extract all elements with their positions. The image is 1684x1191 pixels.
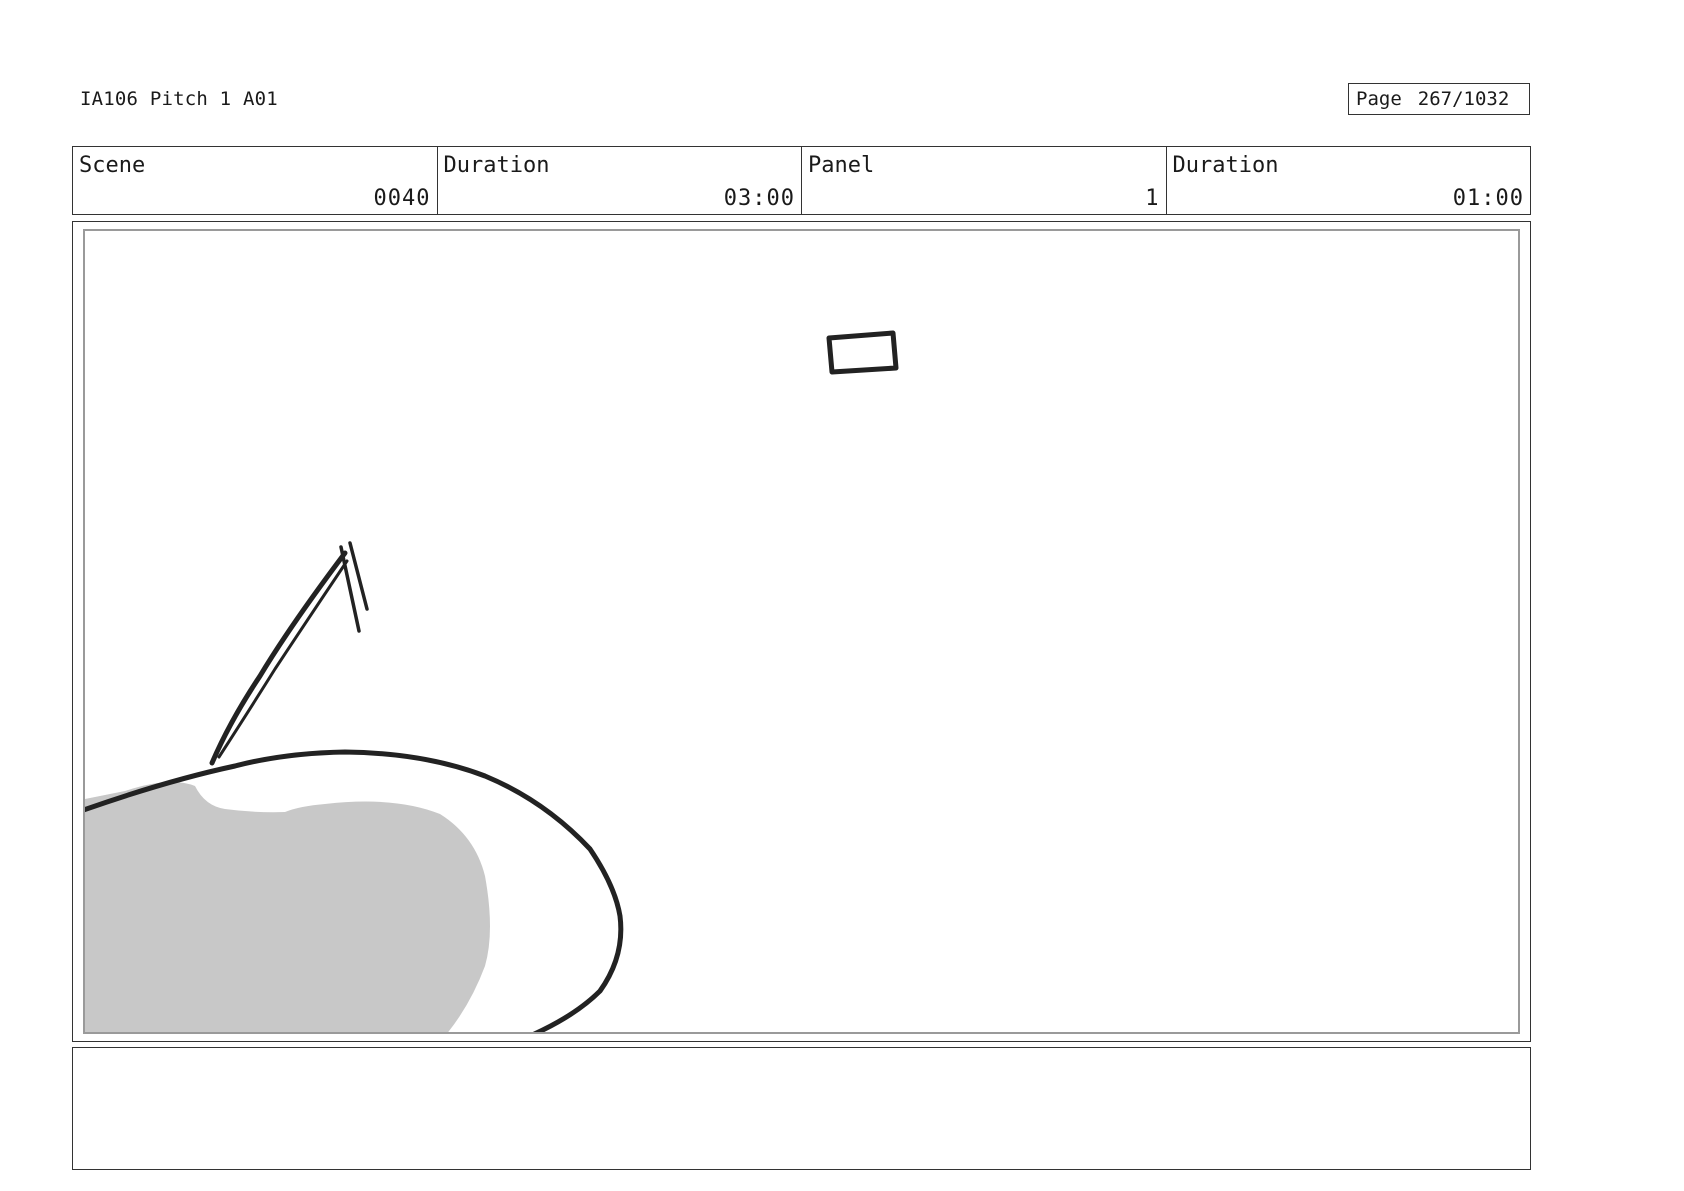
project-title: IA106 Pitch 1 A01 — [80, 88, 278, 110]
scene-duration-label: Duration — [443, 153, 550, 178]
scene-number: 0040 — [373, 186, 431, 211]
panel-number: 1 — [1145, 186, 1160, 211]
panel-cell: Panel 1 — [802, 147, 1167, 214]
panel-notes-box — [72, 1047, 1531, 1170]
diagonal-stroke — [209, 550, 348, 766]
panel-duration-label: Duration — [1172, 153, 1279, 178]
page-label: Page — [1356, 88, 1402, 110]
panel-duration-value: 01:00 — [1452, 186, 1524, 211]
scene-duration-cell: Duration 03:00 — [438, 147, 802, 214]
scene-label: Scene — [79, 153, 146, 178]
scene-duration-value: 03:00 — [723, 186, 795, 211]
storyboard-panel-artwork — [83, 229, 1520, 1034]
scene-cell: Scene 0040 — [73, 147, 438, 214]
panel-duration-cell: Duration 01:00 — [1167, 147, 1531, 214]
page-number: 267/1032 — [1417, 88, 1510, 110]
small-rectangle-sketch — [826, 330, 899, 375]
panel-sketch — [85, 330, 899, 1032]
page-indicator: Page 267/1032 — [1348, 83, 1530, 115]
tick-stroke-left — [339, 545, 361, 633]
shaded-foreground-shape — [85, 782, 490, 1032]
panel-label: Panel — [808, 153, 875, 178]
diagonal-stroke-inner — [217, 559, 349, 759]
shot-info-table: Scene 0040 Duration 03:00 Panel 1 Durati… — [72, 146, 1531, 215]
